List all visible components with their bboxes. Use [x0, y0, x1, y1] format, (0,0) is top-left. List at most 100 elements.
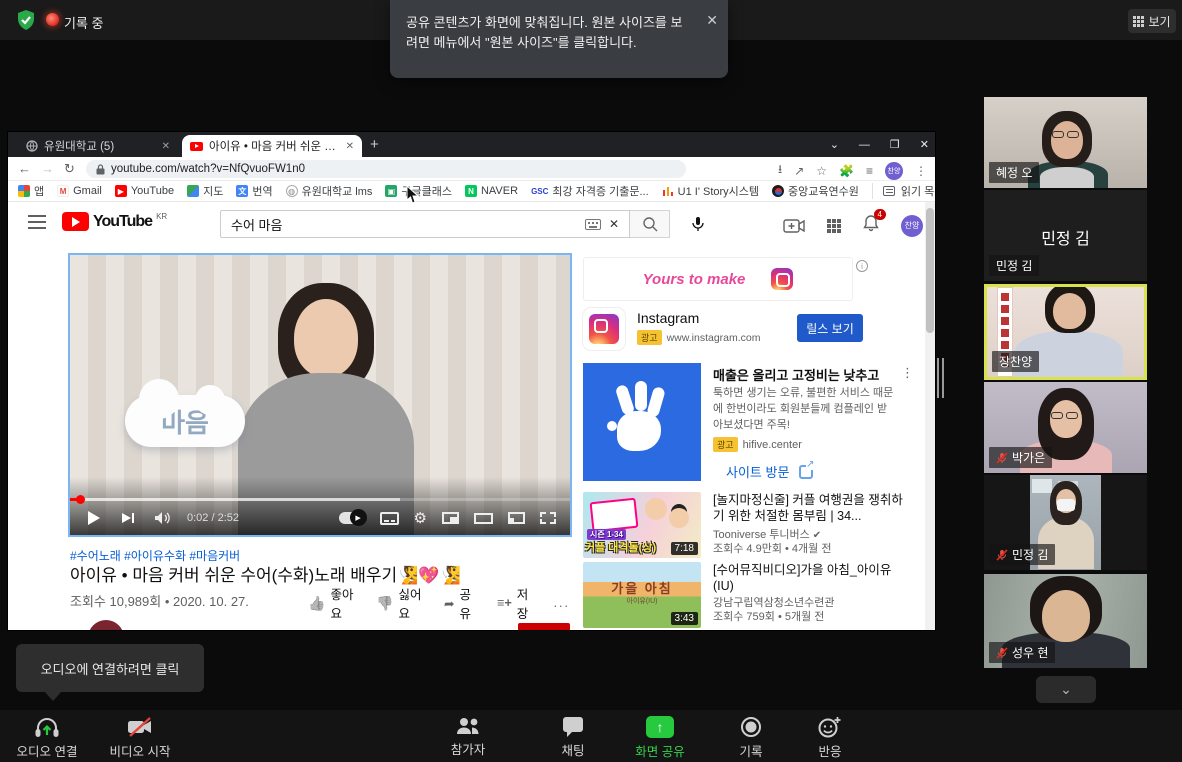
- minimize-icon[interactable]: —: [859, 139, 870, 151]
- ad-banner[interactable]: Yours to make: [583, 257, 853, 301]
- browser-menu-icon[interactable]: ⋮: [915, 164, 927, 178]
- share-page-icon[interactable]: ↗: [794, 164, 804, 178]
- view-button[interactable]: 보기: [1128, 9, 1176, 33]
- tab-search-chevron-icon[interactable]: ⌄: [830, 138, 839, 151]
- reading-list[interactable]: 읽기 목록: [872, 183, 935, 199]
- like-button[interactable]: 👍좋아요: [308, 584, 354, 622]
- address-bar[interactable]: youtube.com/watch?v=NfQvuoFW1n0: [86, 160, 686, 178]
- window-close-icon[interactable]: ✕: [920, 138, 929, 151]
- bookmark-lms[interactable]: ◍유원대학교 lms: [286, 183, 373, 199]
- page-scrollbar[interactable]: [925, 202, 935, 630]
- ad2-thumbnail[interactable]: [583, 363, 701, 481]
- miniplayer-icon[interactable]: [442, 512, 459, 524]
- search-input[interactable]: [221, 217, 585, 232]
- next-button[interactable]: [122, 513, 134, 523]
- voice-search-button[interactable]: [684, 210, 712, 238]
- recording-dot-icon: [46, 13, 59, 26]
- notifications-button[interactable]: 4: [863, 214, 879, 237]
- participant-name-tag: 박가은: [989, 447, 1052, 468]
- maximize-icon[interactable]: ❐: [890, 138, 900, 151]
- forward-icon[interactable]: →: [41, 161, 54, 176]
- translate-icon: 文: [236, 185, 248, 197]
- subscribe-button[interactable]: [518, 623, 570, 630]
- thumb-text: 커플 대격돌(상): [585, 539, 656, 555]
- recommended-title-2[interactable]: [수어뮤직비디오]가을 아침_아이유(IU): [713, 562, 903, 595]
- reload-icon[interactable]: ↻: [64, 161, 75, 177]
- menu-hamburger-icon[interactable]: [28, 215, 46, 229]
- participant-tile[interactable]: 민정 김 민정 김: [984, 190, 1147, 281]
- ad2-title[interactable]: 매출은 올리고 고정비는 낮추고: [713, 365, 893, 384]
- sidebar-resize-handle[interactable]: [937, 358, 945, 398]
- participant-tile[interactable]: 혜정 오: [984, 97, 1147, 188]
- new-tab-button[interactable]: +: [370, 136, 379, 153]
- bookmark-story[interactable]: U1 I' Story시스템: [662, 183, 759, 199]
- video-views: 조회수 10,989회 • 2020. 10. 27.: [70, 591, 249, 610]
- advertiser-name: Instagram: [637, 310, 699, 326]
- volume-icon[interactable]: [154, 511, 171, 525]
- sidebar-list-icon[interactable]: ≡: [866, 164, 873, 178]
- bookmark-naver[interactable]: NNAVER: [465, 185, 518, 197]
- share-button[interactable]: ➦공유: [444, 584, 475, 622]
- participants-button[interactable]: 참가자: [423, 716, 513, 758]
- back-icon[interactable]: ←: [18, 161, 31, 176]
- ad-info-icon[interactable]: i: [856, 260, 868, 272]
- play-button[interactable]: [88, 511, 100, 525]
- extensions-icon[interactable]: 🧩: [839, 164, 854, 178]
- create-video-icon[interactable]: [783, 218, 805, 234]
- youtube-logo[interactable]: YouTube KR: [62, 212, 167, 231]
- bookmark-translate[interactable]: 文번역: [236, 183, 272, 199]
- youtube-apps-icon[interactable]: [827, 219, 841, 233]
- tab-close-icon[interactable]: ✕: [346, 141, 354, 152]
- ad-url: www.instagram.com: [667, 332, 761, 344]
- bookmark-apps[interactable]: 앱: [18, 183, 44, 199]
- bookmark-gmail[interactable]: MGmail: [57, 185, 102, 197]
- share-screen-button[interactable]: ↑ 화면 공유: [615, 716, 705, 760]
- search-button[interactable]: [630, 210, 670, 238]
- visit-site-button[interactable]: 사이트 방문: [726, 462, 813, 481]
- share-screen-icon: ↑: [646, 716, 674, 738]
- bookmark-youtube[interactable]: ▶YouTube: [115, 185, 174, 197]
- reels-cta-button[interactable]: 릴스 보기: [797, 314, 863, 342]
- more-actions-button[interactable]: ...: [554, 584, 570, 622]
- browser-tab-univ[interactable]: 유원대학교 (5) ✕: [18, 135, 178, 157]
- browser-tab-youtube[interactable]: 아이유 • 마음 커버 쉬운 수어(수 ✕: [182, 135, 362, 157]
- subtitles-icon[interactable]: [380, 512, 399, 525]
- ad2-menu-icon[interactable]: ⋮: [901, 365, 914, 381]
- start-video-button[interactable]: 비디오 시작: [95, 716, 185, 760]
- bookmark-gsc[interactable]: GSC최강 자격증 기출문...: [531, 183, 649, 199]
- channel-avatar[interactable]: [88, 620, 124, 630]
- browser-profile-avatar[interactable]: 찬양: [885, 162, 903, 180]
- autoplay-toggle[interactable]: [339, 512, 365, 524]
- bookmark-star-icon[interactable]: ☆: [816, 164, 827, 178]
- video-player[interactable]: 마음 0:02 / 2:52 ⚙: [70, 255, 570, 535]
- save-button[interactable]: ≡+저장: [497, 584, 531, 622]
- recommended-thumbnail-2[interactable]: 가을 아침 아이유(IU) 3:43: [583, 562, 701, 628]
- join-audio-button[interactable]: 오디오 연결: [2, 716, 92, 760]
- security-shield-icon[interactable]: [14, 8, 38, 32]
- participant-tile[interactable]: 성우 현: [984, 574, 1147, 668]
- bookmark-moe[interactable]: 중앙교육연수원: [772, 183, 859, 199]
- download-icon[interactable]: ⭳: [778, 160, 782, 181]
- fullscreen-icon[interactable]: [540, 512, 556, 524]
- cast-icon[interactable]: [508, 512, 525, 524]
- theater-mode-icon[interactable]: [474, 513, 493, 524]
- bookmark-maps[interactable]: 지도: [187, 183, 223, 199]
- notification-close-icon[interactable]: ✕: [706, 10, 718, 32]
- chat-button[interactable]: 채팅: [528, 716, 618, 759]
- recommended-thumbnail-1[interactable]: 시즌 1-34 커플 대격돌(상) 7:18: [583, 492, 701, 558]
- scrollbar-thumb[interactable]: [926, 208, 934, 333]
- youtube-profile-avatar[interactable]: 찬양: [901, 215, 923, 237]
- ad-row[interactable]: Instagram 광고 www.instagram.com 릴스 보기: [583, 308, 925, 354]
- tab-close-icon[interactable]: ✕: [162, 141, 170, 152]
- record-button[interactable]: 기록: [706, 716, 796, 760]
- recommended-title-1[interactable]: [놀지마정신줄] 커플 여행권을 쟁취하기 위한 처절한 몸부림 | 34...: [713, 492, 903, 525]
- search-clear-icon[interactable]: ✕: [609, 217, 619, 231]
- reactions-button[interactable]: 반응: [785, 716, 875, 760]
- participants-scroll-down-button[interactable]: ⌄: [1036, 676, 1096, 703]
- keyboard-icon[interactable]: [585, 219, 601, 230]
- participant-tile[interactable]: 민정 김: [984, 475, 1147, 570]
- participant-tile-active-speaker[interactable]: 장찬양: [984, 284, 1147, 380]
- participant-tile[interactable]: 박가은: [984, 382, 1147, 473]
- settings-gear-icon[interactable]: ⚙: [414, 509, 427, 527]
- dislike-button[interactable]: 👎싫어요: [376, 584, 422, 622]
